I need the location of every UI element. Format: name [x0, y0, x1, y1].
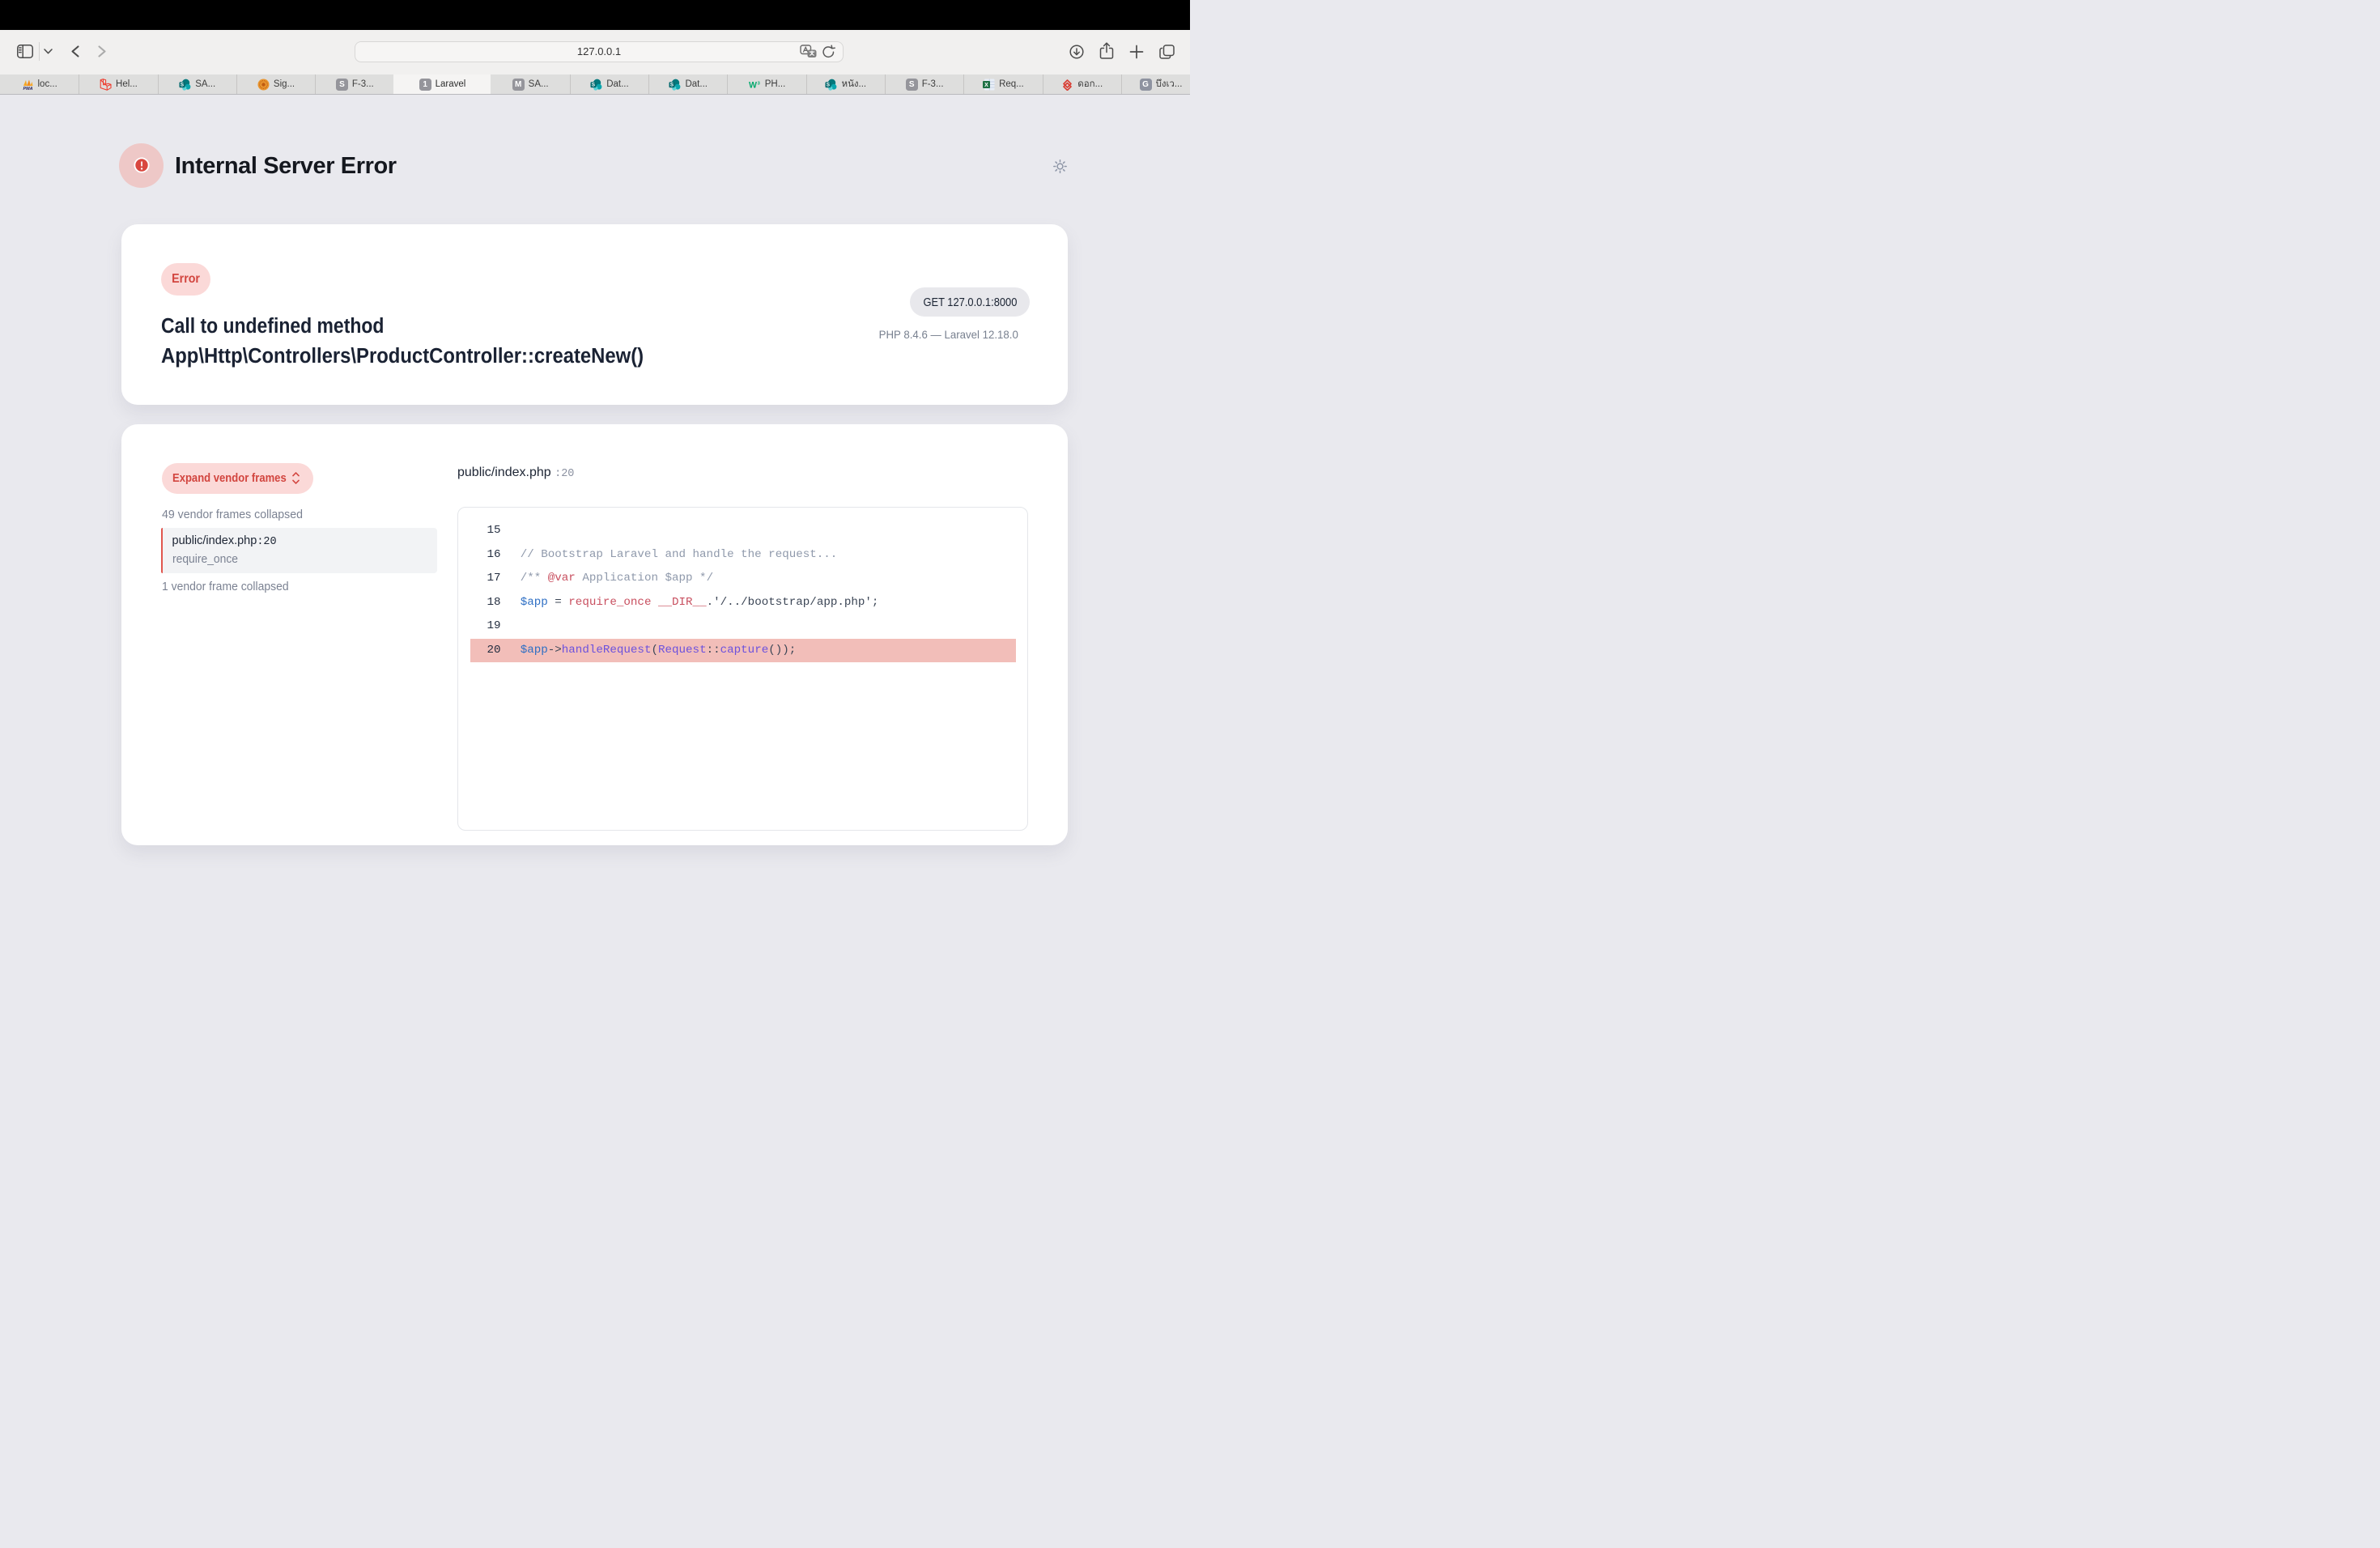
svg-text:S: S	[827, 82, 830, 87]
svg-text:S: S	[181, 82, 184, 87]
svg-text:PMA: PMA	[23, 87, 32, 91]
svg-text:S: S	[592, 82, 595, 87]
svg-text:W: W	[749, 80, 757, 90]
svg-text:S: S	[670, 82, 674, 87]
svg-text:X: X	[984, 83, 988, 88]
svg-text:3: 3	[757, 81, 759, 86]
